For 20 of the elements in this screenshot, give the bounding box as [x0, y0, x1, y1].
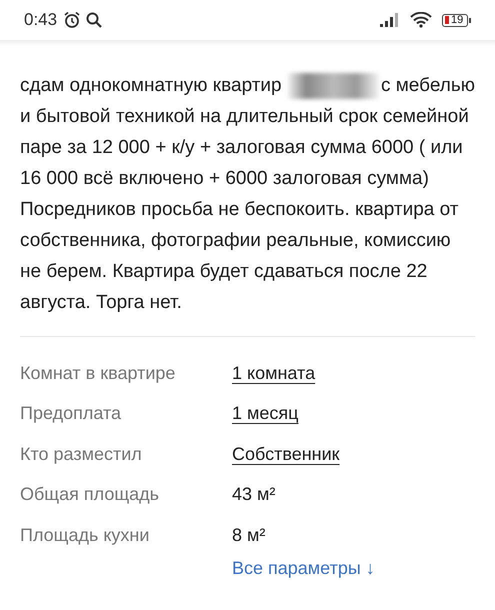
param-label: Кто разместил	[20, 444, 143, 465]
param-label: Предоплата	[20, 403, 122, 424]
param-value: 8 м²	[232, 524, 266, 546]
all-params-link[interactable]: Все параметры ↓	[232, 558, 375, 578]
param-value-link[interactable]: Собственник	[232, 444, 340, 465]
alarm-icon	[63, 11, 82, 29]
param-value-link[interactable]: 1 месяц	[232, 403, 298, 424]
param-value: 43 м²	[232, 484, 276, 506]
param-value-link[interactable]: 1 комната	[232, 362, 316, 384]
search-icon	[85, 11, 104, 29]
signal-icon	[380, 13, 400, 27]
param-label: Площадь кухни	[20, 524, 150, 546]
description-text: и бытовой техникой на длительный срок семейной паре за 12 000 + к/у + залоговая сумма 6000 ( или 16 000 всё включено + 6000 залоговая сумма) Посредников просьба не беспокоить. квартира от собственника, фотографии реальные, комиссию не берем. Квартира будет сдаваться после 22 августа. Торга нет.	[20, 105, 470, 315]
wifi-icon	[410, 12, 432, 28]
status-time: 0:43	[24, 10, 58, 30]
param-label: Комнат в квартире	[20, 362, 176, 384]
param-label: Общая площадь	[20, 484, 160, 506]
description-text: сдам однокомнатную квартир	[20, 74, 282, 98]
description-text: с мебелью	[380, 74, 475, 98]
battery-indicator: 19	[442, 14, 468, 26]
